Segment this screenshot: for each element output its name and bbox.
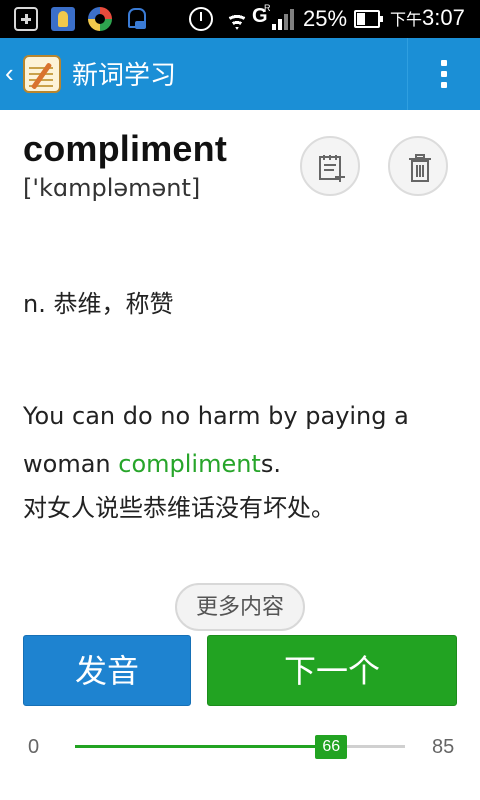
clock-time: 3:07 [422, 5, 465, 30]
word-definition: n. 恭维，称赞 [23, 290, 174, 318]
overflow-menu-button[interactable] [408, 38, 480, 110]
word-phonetic: ['kɑmpləmənt] [23, 174, 201, 202]
app-logo-icon [23, 55, 61, 93]
menu-dot-icon [441, 60, 447, 66]
trash-icon [409, 154, 431, 182]
chevron-left-icon: ‹ [5, 58, 14, 88]
back-button[interactable]: ‹ [0, 38, 72, 110]
progress-max-label: 85 [432, 736, 455, 758]
more-content-button[interactable]: 更多内容 [175, 583, 305, 631]
progress-slider-fill [75, 745, 332, 748]
roaming-label: R [264, 3, 271, 13]
contacts-app-icon [51, 7, 75, 31]
progress-slider-thumb[interactable]: 66 [315, 735, 348, 759]
notebook-add-icon [319, 155, 345, 182]
battery-percentage: 25% [303, 6, 348, 31]
cell-signal-icon [272, 8, 296, 30]
lock-notification-icon [124, 7, 148, 31]
clock: 下午3:07 [390, 5, 465, 31]
menu-dot-icon [441, 71, 447, 77]
progress-slider[interactable] [75, 745, 405, 748]
battery-icon [354, 10, 383, 28]
browser-app-icon [88, 7, 112, 31]
add-notification-icon [14, 7, 38, 31]
delete-word-button[interactable] [388, 136, 448, 196]
clock-period: 下午 [390, 12, 423, 29]
progress-min-label: 0 [28, 736, 40, 758]
add-to-notebook-button[interactable] [300, 136, 360, 196]
wifi-icon [224, 7, 250, 31]
alarm-icon [189, 7, 213, 31]
example-translation: 对女人说些恭维话没有坏处。 [23, 494, 335, 522]
menu-dot-icon [441, 82, 447, 88]
example-highlight: compliment [118, 450, 261, 478]
example-text-after: s. [260, 450, 281, 478]
action-bar: ‹ 新词学习 [0, 38, 480, 110]
example-sentence: You can do no harm by paying a woman com… [23, 392, 463, 488]
next-word-button[interactable]: 下一个 [207, 635, 457, 706]
status-bar: G R 25% 下午3:07 [0, 0, 480, 38]
page-title: 新词学习 [72, 61, 177, 91]
word-title: compliment [23, 128, 228, 169]
pronounce-button[interactable]: 发音 [23, 635, 191, 706]
